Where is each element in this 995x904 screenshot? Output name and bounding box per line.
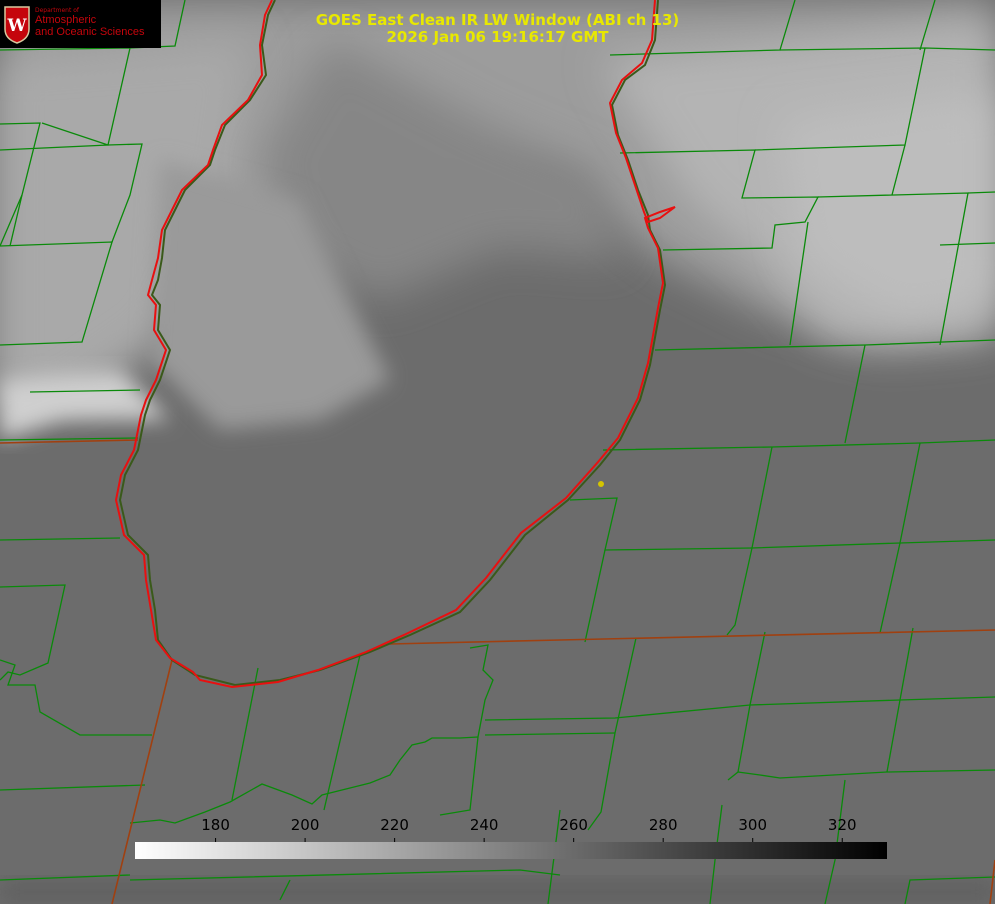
uw-seal-icon: W bbox=[4, 6, 30, 44]
satellite-image-viewer: 180 200 220 240 260 280 300 320 W Department of… bbox=[0, 0, 995, 904]
colorbar-tick-label: 280 bbox=[649, 816, 678, 834]
seal-letter: W bbox=[6, 16, 27, 36]
title-product: GOES East Clean IR LW Window (ABI ch 13) bbox=[315, 11, 680, 29]
logo-name-line2: and Oceanic Sciences bbox=[35, 26, 145, 38]
colorbar-tick-label: 320 bbox=[828, 816, 857, 834]
logo-name-line1: Atmospheric bbox=[35, 14, 97, 26]
location-marker bbox=[598, 481, 604, 487]
colorbar-tick-label: 220 bbox=[380, 816, 409, 834]
colorbar-tick-label: 300 bbox=[738, 816, 767, 834]
colorbar-tick-label: 180 bbox=[201, 816, 230, 834]
uw-aos-logo: W Department of Atmospheric and Oceanic … bbox=[0, 0, 161, 48]
ir-satellite-map: 180 200 220 240 260 280 300 320 bbox=[0, 0, 995, 904]
colorbar-gradient bbox=[135, 842, 887, 859]
title-timestamp: 2026 Jan 06 19:16:17 GMT bbox=[386, 28, 609, 46]
colorbar-tick-label: 200 bbox=[291, 816, 320, 834]
colorbar-tick-label: 240 bbox=[470, 816, 499, 834]
colorbar-tick-label: 260 bbox=[559, 816, 588, 834]
image-title: GOES East Clean IR LW Window (ABI ch 13)… bbox=[250, 12, 745, 46]
